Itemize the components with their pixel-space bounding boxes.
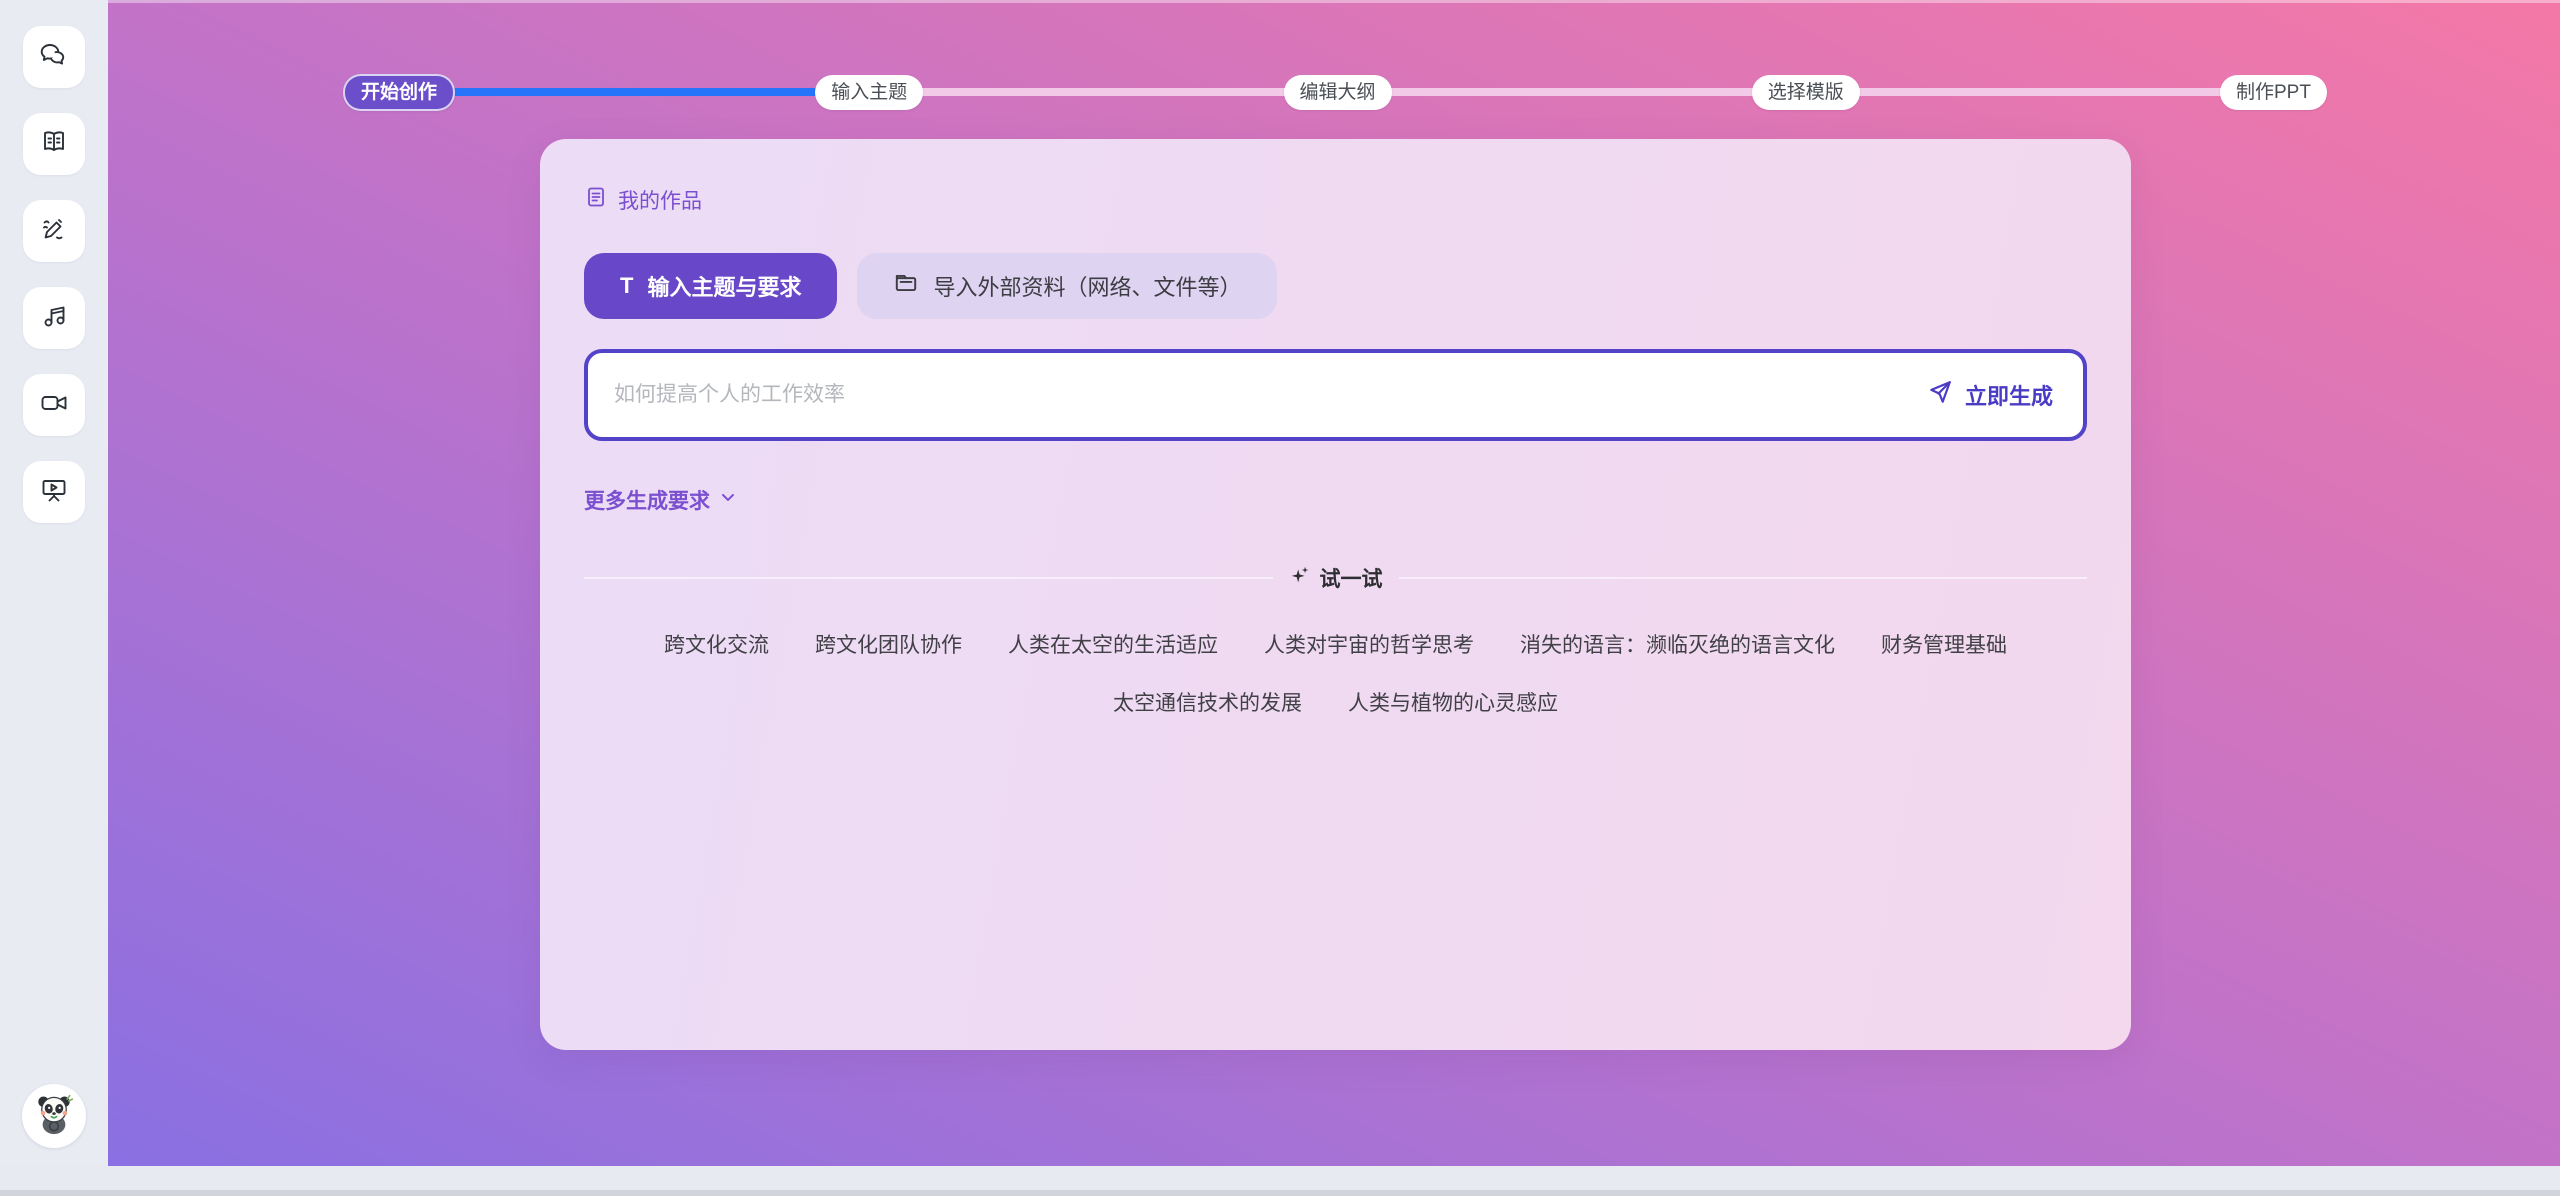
generate-now-button[interactable]: 立即生成 xyxy=(1897,353,2083,437)
sparkle-icon xyxy=(1289,564,1311,592)
stepper-progress xyxy=(393,88,863,96)
topic-input[interactable] xyxy=(588,353,1897,437)
divider-line-left xyxy=(584,577,1273,579)
sidebar-item-presentation[interactable] xyxy=(23,461,85,523)
chevron-down-icon xyxy=(718,487,738,513)
step-make-ppt: 制作PPT xyxy=(2220,75,2327,110)
panda-avatar xyxy=(26,1086,82,1147)
tab-input-topic-label: 输入主题与要求 xyxy=(647,270,801,302)
app-screen: 开始创作 输入主题 编辑大纲 选择模版 制作PPT 我的作品 T 输 xyxy=(0,0,2560,1196)
chat-icon xyxy=(38,39,70,76)
my-works-label: 我的作品 xyxy=(618,185,702,215)
suggestion-chip[interactable]: 跨文化交流 xyxy=(664,629,769,659)
suggestion-chip[interactable]: 跨文化团队协作 xyxy=(815,629,962,659)
step-input-topic: 输入主题 xyxy=(815,75,923,110)
try-it-divider: 试一试 xyxy=(584,563,2087,593)
suggestion-row-2: 太空通信技术的发展 人类与植物的心灵感应 xyxy=(584,687,2087,717)
input-mode-tabs: T 输入主题与要求 导入外部资料（网络、文件等） xyxy=(584,253,2087,319)
step-edit-outline: 编辑大纲 xyxy=(1284,75,1392,110)
pencil-icon xyxy=(38,213,70,250)
horizontal-scrollbar[interactable] xyxy=(0,1190,2560,1196)
video-camera-icon xyxy=(38,387,70,424)
main-area: 开始创作 输入主题 编辑大纲 选择模版 制作PPT 我的作品 T 输 xyxy=(108,0,2560,1166)
suggestion-chip[interactable]: 消失的语言：濒临灭绝的语言文化 xyxy=(1520,629,1835,659)
divider-line-right xyxy=(1399,577,2088,579)
creation-card: 我的作品 T 输入主题与要求 导入外部资料（网络、文件等） xyxy=(540,139,2131,1050)
step-start-creating: 开始创作 xyxy=(343,74,455,111)
document-icon xyxy=(584,185,608,215)
sidebar-item-music[interactable] xyxy=(23,287,85,349)
page-bottom-strip xyxy=(0,1166,2560,1190)
folder-icon xyxy=(893,270,919,302)
user-avatar[interactable] xyxy=(22,1084,86,1148)
more-requirements-toggle[interactable]: 更多生成要求 xyxy=(584,485,738,515)
tab-import-materials[interactable]: 导入外部资料（网络、文件等） xyxy=(857,253,1277,319)
send-icon xyxy=(1927,379,1953,411)
suggestion-row-1: 跨文化交流 跨文化团队协作 人类在太空的生活适应 人类对宇宙的哲学思考 消失的语… xyxy=(584,629,2087,659)
suggestion-chip[interactable]: 人类在太空的生活适应 xyxy=(1008,629,1218,659)
generate-now-label: 立即生成 xyxy=(1965,379,2053,411)
tab-import-materials-label: 导入外部资料（网络、文件等） xyxy=(933,270,1241,302)
book-icon xyxy=(38,126,70,163)
more-requirements-label: 更多生成要求 xyxy=(584,485,710,515)
suggestion-chip[interactable]: 人类对宇宙的哲学思考 xyxy=(1264,629,1474,659)
text-icon: T xyxy=(620,273,633,299)
tab-input-topic[interactable]: T 输入主题与要求 xyxy=(584,253,837,319)
suggestion-chip[interactable]: 太空通信技术的发展 xyxy=(1113,687,1302,717)
sidebar-item-writing[interactable] xyxy=(23,200,85,262)
presentation-icon xyxy=(38,474,70,511)
step-choose-template: 选择模版 xyxy=(1752,75,1860,110)
sidebar-item-chat[interactable] xyxy=(23,26,85,88)
suggestion-chip[interactable]: 人类与植物的心灵感应 xyxy=(1348,687,1558,717)
try-it-label: 试一试 xyxy=(1320,563,1383,593)
suggestion-chip[interactable]: 财务管理基础 xyxy=(1881,629,2007,659)
sidebar xyxy=(0,0,108,1166)
music-icon xyxy=(38,300,70,337)
progress-stepper: 开始创作 输入主题 编辑大纲 选择模版 制作PPT xyxy=(343,68,2327,116)
topic-input-container: 立即生成 xyxy=(584,349,2087,441)
sidebar-item-reading[interactable] xyxy=(23,113,85,175)
sidebar-item-video[interactable] xyxy=(23,374,85,436)
try-it-label-group: 试一试 xyxy=(1289,563,1383,593)
my-works-link[interactable]: 我的作品 xyxy=(584,185,702,215)
